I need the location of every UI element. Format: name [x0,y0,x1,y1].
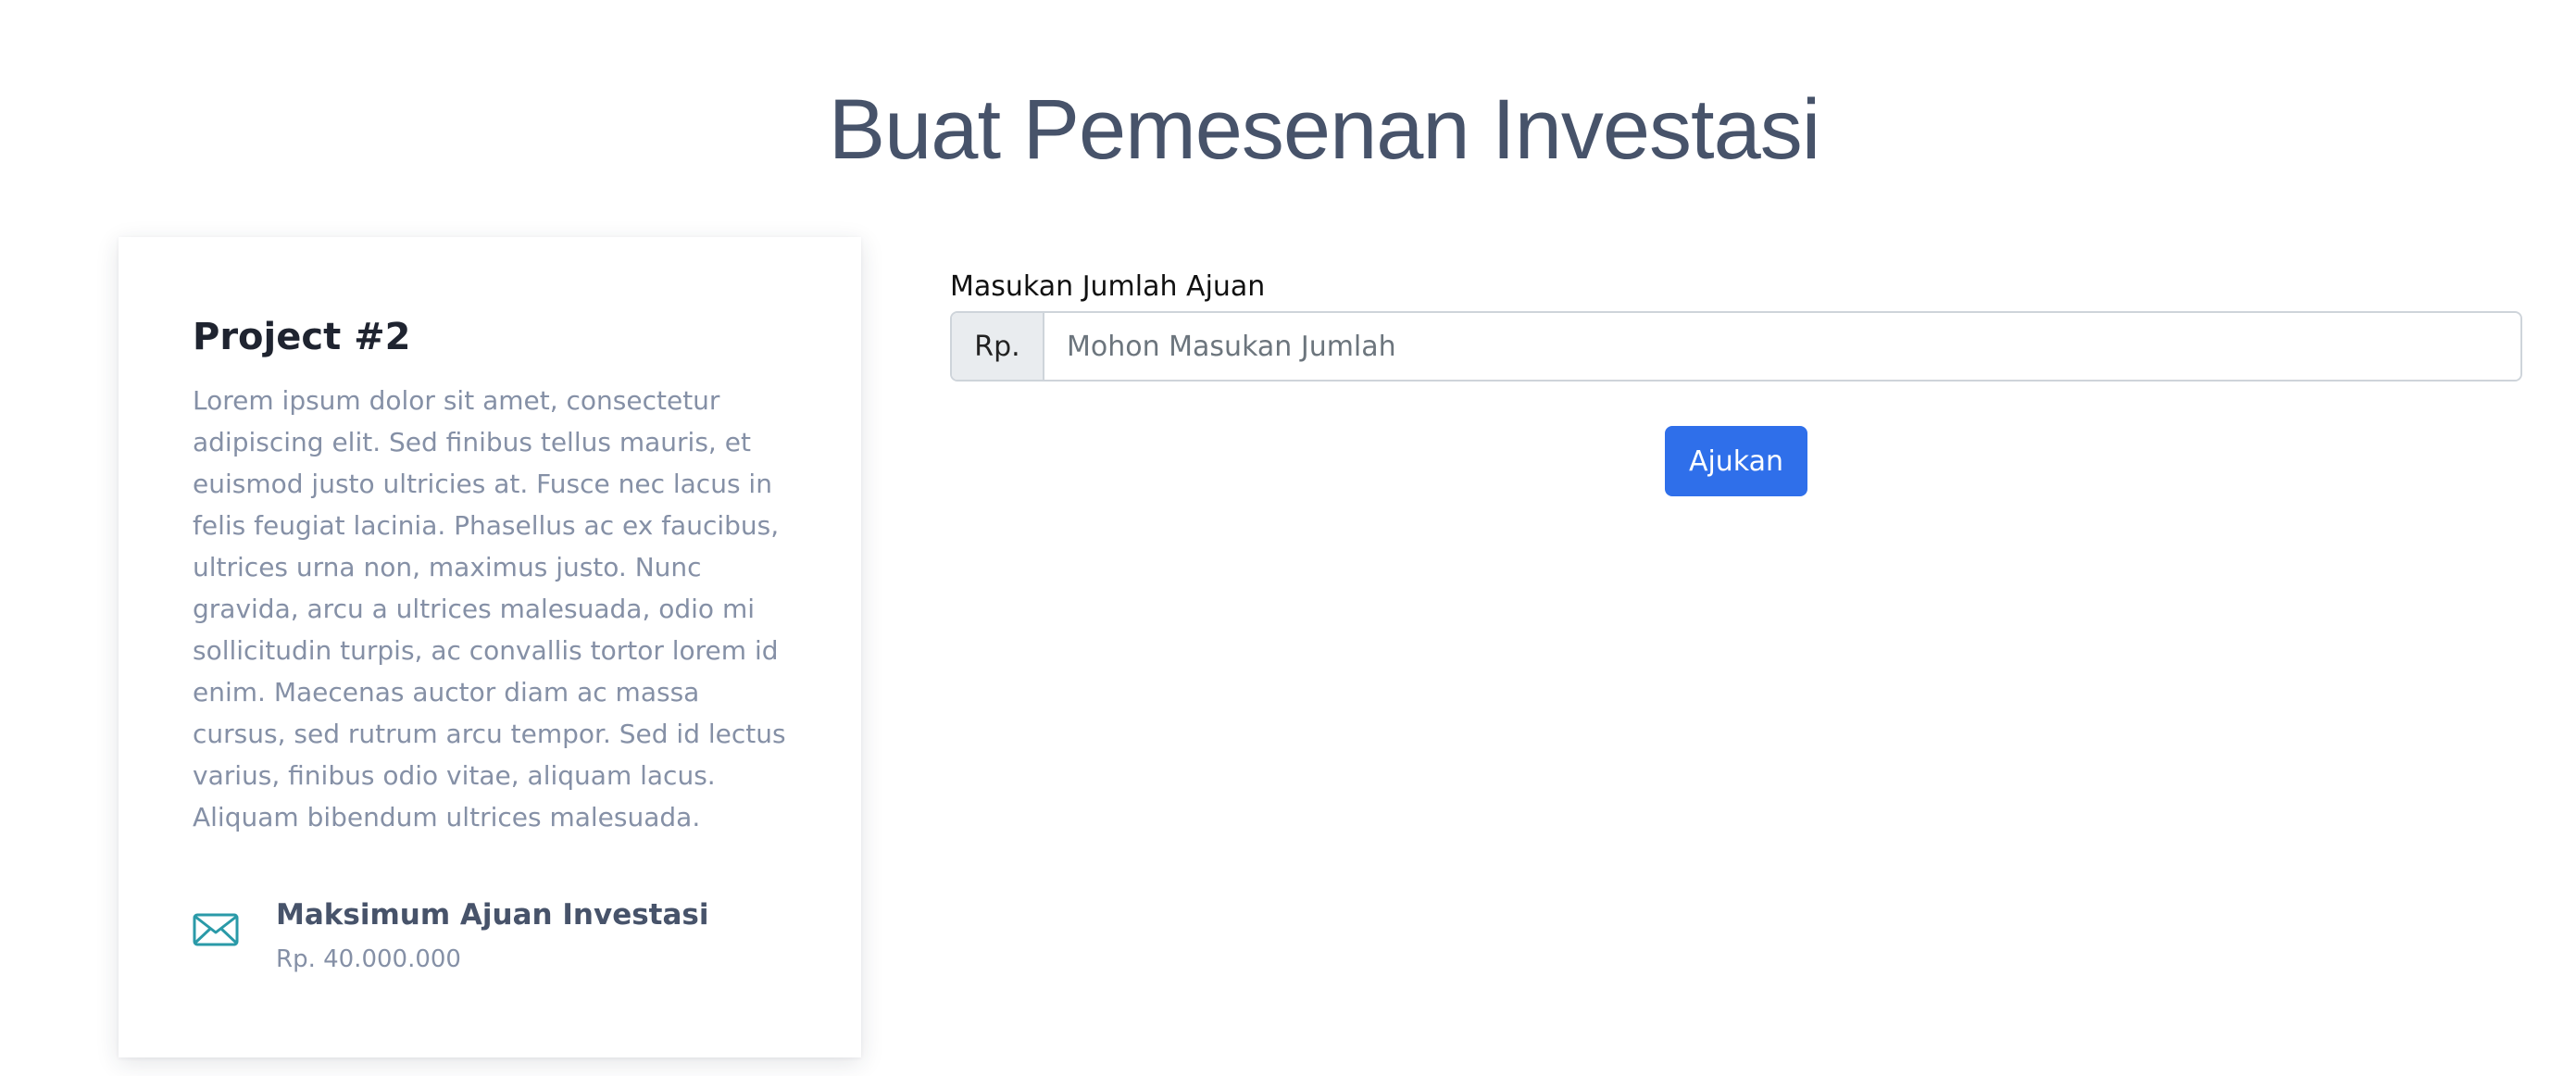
submit-button[interactable]: Ajukan [1665,426,1807,496]
amount-label: Masukan Jumlah Ajuan [950,270,1266,303]
project-card: Project #2 Lorem ipsum dolor sit amet, c… [119,237,861,1057]
project-title: Project #2 [193,316,411,358]
amount-input[interactable] [1044,313,2520,380]
page-title: Buat Pemesenan Investasi [828,81,1820,177]
project-description: Lorem ipsum dolor sit amet, consectetur … [193,385,786,832]
currency-prefix: Rp. [952,313,1044,380]
investment-form: Masukan Jumlah Ajuan Rp. Ajukan [950,265,2524,496]
max-investment-value: Rp. 40.000.000 [276,945,461,973]
envelope-icon [193,911,239,948]
max-investment-label: Maksimum Ajuan Investasi [276,898,709,932]
amount-input-group: Rp. [950,311,2522,382]
max-investment-info: Maksimum Ajuan Investasi Rp. 40.000.000 [193,893,709,978]
max-investment-text: Maksimum Ajuan Investasi Rp. 40.000.000 [276,893,709,978]
